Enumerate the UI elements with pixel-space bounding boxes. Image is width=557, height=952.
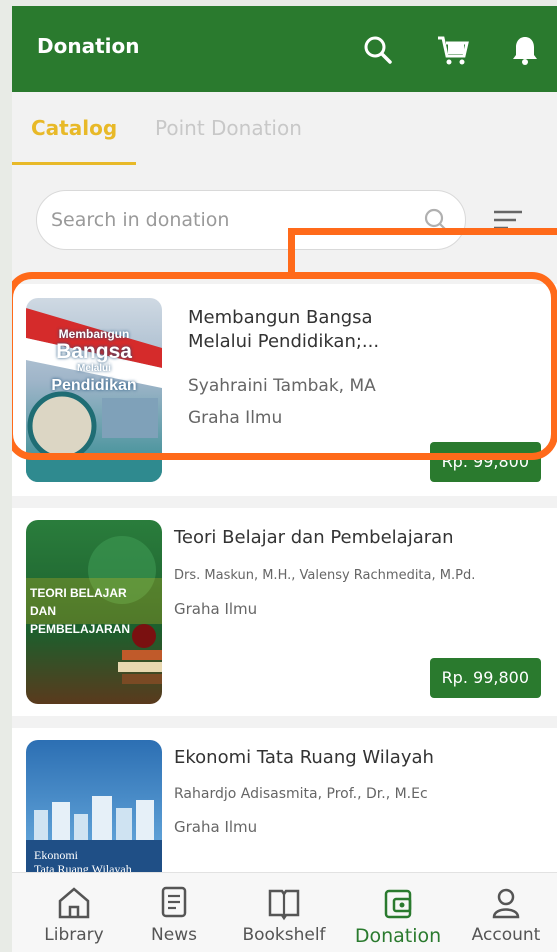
nav-label: Library [44, 925, 104, 945]
nav-item-donation[interactable]: Donation [348, 885, 448, 947]
cover-title-line: TEORI BELAJAR [30, 586, 127, 600]
active-tab-indicator [12, 162, 136, 165]
cover-title-line: Pendidikan [51, 377, 137, 394]
cover-title-line: Ekonomi [34, 848, 78, 862]
price-button[interactable]: Rp. 99,800 [429, 442, 541, 482]
bell-icon[interactable] [510, 34, 542, 66]
book-publisher: Graha Ilmu [188, 408, 283, 428]
search-input[interactable] [51, 191, 411, 249]
book-title[interactable]: Teori Belajar dan Pembelajaran [174, 526, 544, 550]
book-title[interactable]: Membangun Bangsa Melalui Pendidikan;... [188, 306, 418, 354]
book-icon [268, 889, 300, 921]
book-author: Syahraini Tambak, MA [188, 376, 376, 396]
book-card[interactable]: Membangun Bangsa Melalui Pendidikan Memb… [12, 284, 557, 496]
book-author: Drs. Maskun, M.H., Valensy Rachmedita, M… [174, 568, 476, 583]
book-cover: TEORI BELAJAR DAN PEMBELAJARAN [26, 520, 162, 704]
book-card[interactable]: TEORI BELAJAR DAN PEMBELAJARAN Teori Bel… [12, 508, 557, 716]
page-title: Donation [37, 34, 140, 58]
tab-catalog[interactable]: Catalog [31, 116, 117, 140]
news-icon [161, 886, 187, 918]
tab-bar: Catalog Point Donation [12, 92, 557, 172]
home-icon [58, 887, 90, 919]
book-publisher: Graha Ilmu [174, 600, 258, 618]
search-icon[interactable] [362, 34, 394, 66]
highlight-connector [288, 228, 295, 276]
book-author: Rahardjo Adisasmita, Prof., Dr., M.Ec [174, 786, 428, 802]
app-screen: Donation Catalog Point Donation Search i… [12, 6, 557, 952]
tab-point-donation[interactable]: Point Donation [155, 116, 302, 140]
app-bar: Donation [12, 6, 557, 92]
person-icon [492, 888, 520, 919]
nav-item-bookshelf[interactable]: Bookshelf [234, 885, 334, 945]
nav-label: Account [471, 925, 541, 945]
search-bar [36, 190, 466, 250]
cover-title-line: Bangsa [56, 340, 132, 363]
book-title[interactable]: Ekonomi Tata Ruang Wilayah [174, 746, 544, 770]
book-publisher: Graha Ilmu [174, 818, 258, 836]
nav-item-library[interactable]: Library [24, 885, 124, 945]
nav-label: News [151, 925, 197, 945]
nav-label: Bookshelf [242, 925, 326, 945]
price-button[interactable]: Rp. 99,800 [429, 658, 541, 698]
cover-title-line: DAN PEMBELAJARAN [30, 604, 131, 636]
nav-label: Donation [354, 925, 442, 947]
highlight-connector [288, 228, 557, 235]
cart-icon[interactable] [436, 34, 469, 66]
cover-title-line: Melalui [77, 363, 111, 374]
wallet-icon [384, 889, 412, 919]
book-cover: Membangun Bangsa Melalui Pendidikan [26, 298, 162, 482]
book-card[interactable]: Ekonomi Tata Ruang Wilayah Ekonomi Tata … [12, 728, 557, 924]
bottom-navigation: Library News Bookshelf Donation Account [12, 872, 557, 952]
nav-item-news[interactable]: News [124, 885, 224, 945]
nav-item-account[interactable]: Account [456, 885, 556, 945]
